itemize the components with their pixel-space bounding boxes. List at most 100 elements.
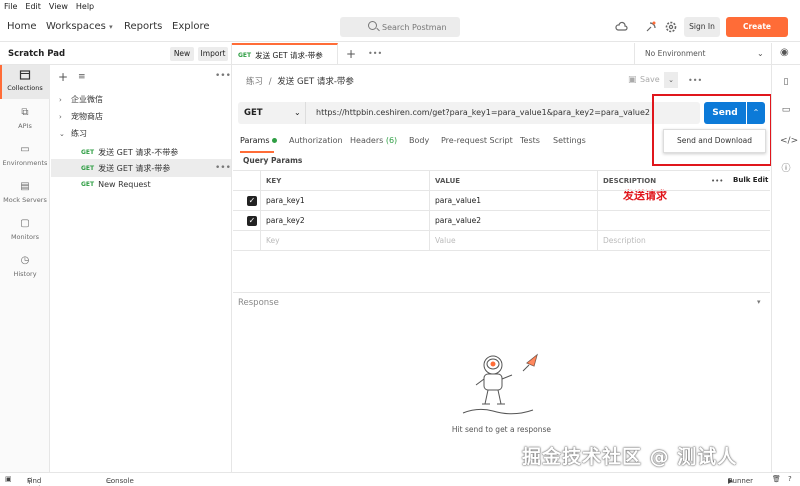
import-button[interactable]: Import [198, 47, 228, 61]
rail-label: Environments [2, 159, 48, 167]
folder-label: 企业微信 [71, 95, 103, 104]
more-icon[interactable]: ••• [215, 71, 231, 81]
request-label: 发送 GET 请求-带参 [98, 163, 171, 173]
code-icon[interactable]: </> [780, 135, 798, 147]
search-input[interactable]: Search Postman [340, 17, 460, 37]
rail-collections[interactable]: Collections [0, 65, 50, 99]
reports-link[interactable]: Reports [124, 21, 162, 32]
more-icon[interactable]: ••• [368, 49, 382, 58]
breadcrumb-sep: / [268, 77, 272, 87]
table-row-empty: Key Value Description [233, 231, 770, 251]
rail-mock-servers[interactable]: ▤ Mock Servers [0, 177, 50, 211]
key-placeholder[interactable]: Key [260, 231, 429, 251]
more-icon[interactable]: ••• [711, 177, 723, 185]
save-label: Save [640, 75, 660, 84]
documentation-icon[interactable]: ▯ [780, 76, 792, 88]
create-account-button[interactable]: Create Account [726, 17, 788, 51]
params-table: KEY VALUE DESCRIPTION ••• Bulk Edit ✓ pa… [233, 170, 770, 251]
description-cell[interactable] [597, 191, 770, 211]
bulk-edit-link[interactable]: Bulk Edit [733, 176, 768, 184]
tree-folder[interactable]: ⌄ 练习 [59, 128, 87, 139]
tab-label: Headers [350, 136, 384, 145]
new-button[interactable]: New [170, 47, 194, 61]
gear-icon[interactable] [664, 20, 678, 34]
active-tab-indicator [240, 151, 274, 153]
right-sidebar: ▯ ▭ </> ⓘ [771, 43, 800, 472]
sign-in-button[interactable]: Sign In [684, 17, 720, 37]
add-icon[interactable]: + [58, 70, 68, 84]
explore-link[interactable]: Explore [172, 21, 210, 32]
breadcrumb: 练习 / 发送 GET 请求-带参 [246, 75, 354, 87]
method-badge: GET [81, 164, 95, 172]
key-cell[interactable]: para_key1 [260, 191, 429, 211]
method-badge: GET [81, 148, 95, 156]
menu-view[interactable]: View [49, 2, 68, 11]
menu-help[interactable]: Help [76, 2, 94, 11]
rail-history[interactable]: ◷ History [0, 251, 50, 285]
method-label: GET [244, 108, 263, 118]
row-checkbox[interactable]: ✓ [247, 196, 257, 206]
comments-icon[interactable]: ▭ [780, 104, 792, 116]
method-select[interactable]: GET ⌄ [238, 102, 306, 124]
filter-icon[interactable]: ≡ [78, 72, 86, 82]
save-button[interactable]: ▣ Save [624, 72, 664, 88]
send-and-download-option[interactable]: Send and Download [663, 129, 766, 153]
tab-settings[interactable]: Settings [553, 136, 586, 145]
tree-request[interactable]: GET 发送 GET 请求-不带参 [81, 145, 178, 159]
satellite-icon[interactable] [644, 20, 658, 34]
url-input[interactable]: https://httpbin.ceshiren.com/get?para_ke… [316, 102, 650, 124]
monitors-icon: ▢ [20, 218, 30, 229]
request-tab[interactable]: GET 发送 GET 请求-带参 [232, 43, 338, 65]
tree-request[interactable]: GET New Request [81, 180, 151, 189]
environment-select[interactable]: No Environment ⌄ [634, 43, 770, 65]
chevron-right-icon: › [59, 112, 62, 121]
response-hint: Hit send to get a response [451, 425, 552, 434]
save-dropdown-button[interactable]: ⌄ [664, 72, 678, 88]
tab-label: 发送 GET 请求-带参 [255, 50, 323, 60]
chevron-down-icon[interactable]: ▾ [757, 298, 761, 306]
value-cell[interactable]: para_value1 [429, 191, 597, 211]
tab-params[interactable]: Params [240, 136, 278, 145]
sidebar-toggle-icon[interactable]: ▣ [5, 475, 12, 483]
key-cell[interactable]: para_key2 [260, 211, 429, 231]
tab-headers[interactable]: Headers (6) [350, 136, 397, 145]
value-placeholder[interactable]: Value [429, 231, 597, 251]
rail-environments[interactable]: ▭ Environments [0, 140, 50, 174]
tab-tests[interactable]: Tests [520, 136, 540, 145]
mock-servers-icon: ▤ [20, 181, 30, 192]
column-header: KEY [260, 171, 429, 191]
environment-label: No Environment [645, 49, 706, 58]
workspaces-menu[interactable]: Workspaces ▾ [46, 21, 113, 32]
help-icon[interactable]: ? [788, 475, 792, 483]
chevron-right-icon: › [59, 95, 62, 104]
breadcrumb-parent[interactable]: 练习 [246, 77, 263, 87]
astronaut-illustration [457, 351, 549, 425]
row-checkbox[interactable]: ✓ [247, 216, 257, 226]
new-tab-icon[interactable]: + [346, 47, 356, 61]
tab-authorization[interactable]: Authorization [289, 136, 343, 145]
tab-pre-request-script[interactable]: Pre-request Script [441, 136, 513, 145]
more-icon[interactable]: ••• [688, 76, 702, 85]
menu-file[interactable]: File [4, 2, 17, 11]
folder-label: 练习 [71, 129, 87, 138]
tab-bar: GET 发送 GET 请求-带参 + ••• No Environment ⌄ … [232, 43, 800, 65]
tree-request-selected[interactable]: GET 发送 GET 请求-带参 ••• [51, 159, 231, 177]
rail-monitors[interactable]: ▢ Monitors [0, 214, 50, 248]
info-icon[interactable]: ⓘ [780, 163, 792, 175]
send-options-button[interactable]: ⌃ [747, 102, 765, 124]
status-bar: ▣ ⚲ Find and Replace ▭ Console ▶ Runner … [0, 472, 800, 486]
description-placeholder[interactable]: Description [597, 231, 770, 251]
rail-apis[interactable]: ⧉ APIs [0, 103, 50, 137]
environments-icon: ▭ [20, 144, 30, 155]
tree-folder[interactable]: › 宠物商店 [59, 111, 103, 122]
send-button[interactable]: Send [704, 102, 746, 124]
tab-body[interactable]: Body [409, 136, 429, 145]
cloud-sync-icon[interactable] [614, 20, 628, 34]
more-icon[interactable]: ••• [215, 163, 231, 173]
trash-icon[interactable]: 🗑 [772, 475, 781, 483]
menu-edit[interactable]: Edit [25, 2, 41, 11]
description-cell[interactable] [597, 211, 770, 231]
tree-folder[interactable]: › 企业微信 [59, 94, 103, 105]
home-link[interactable]: Home [7, 21, 37, 32]
value-cell[interactable]: para_value2 [429, 211, 597, 231]
